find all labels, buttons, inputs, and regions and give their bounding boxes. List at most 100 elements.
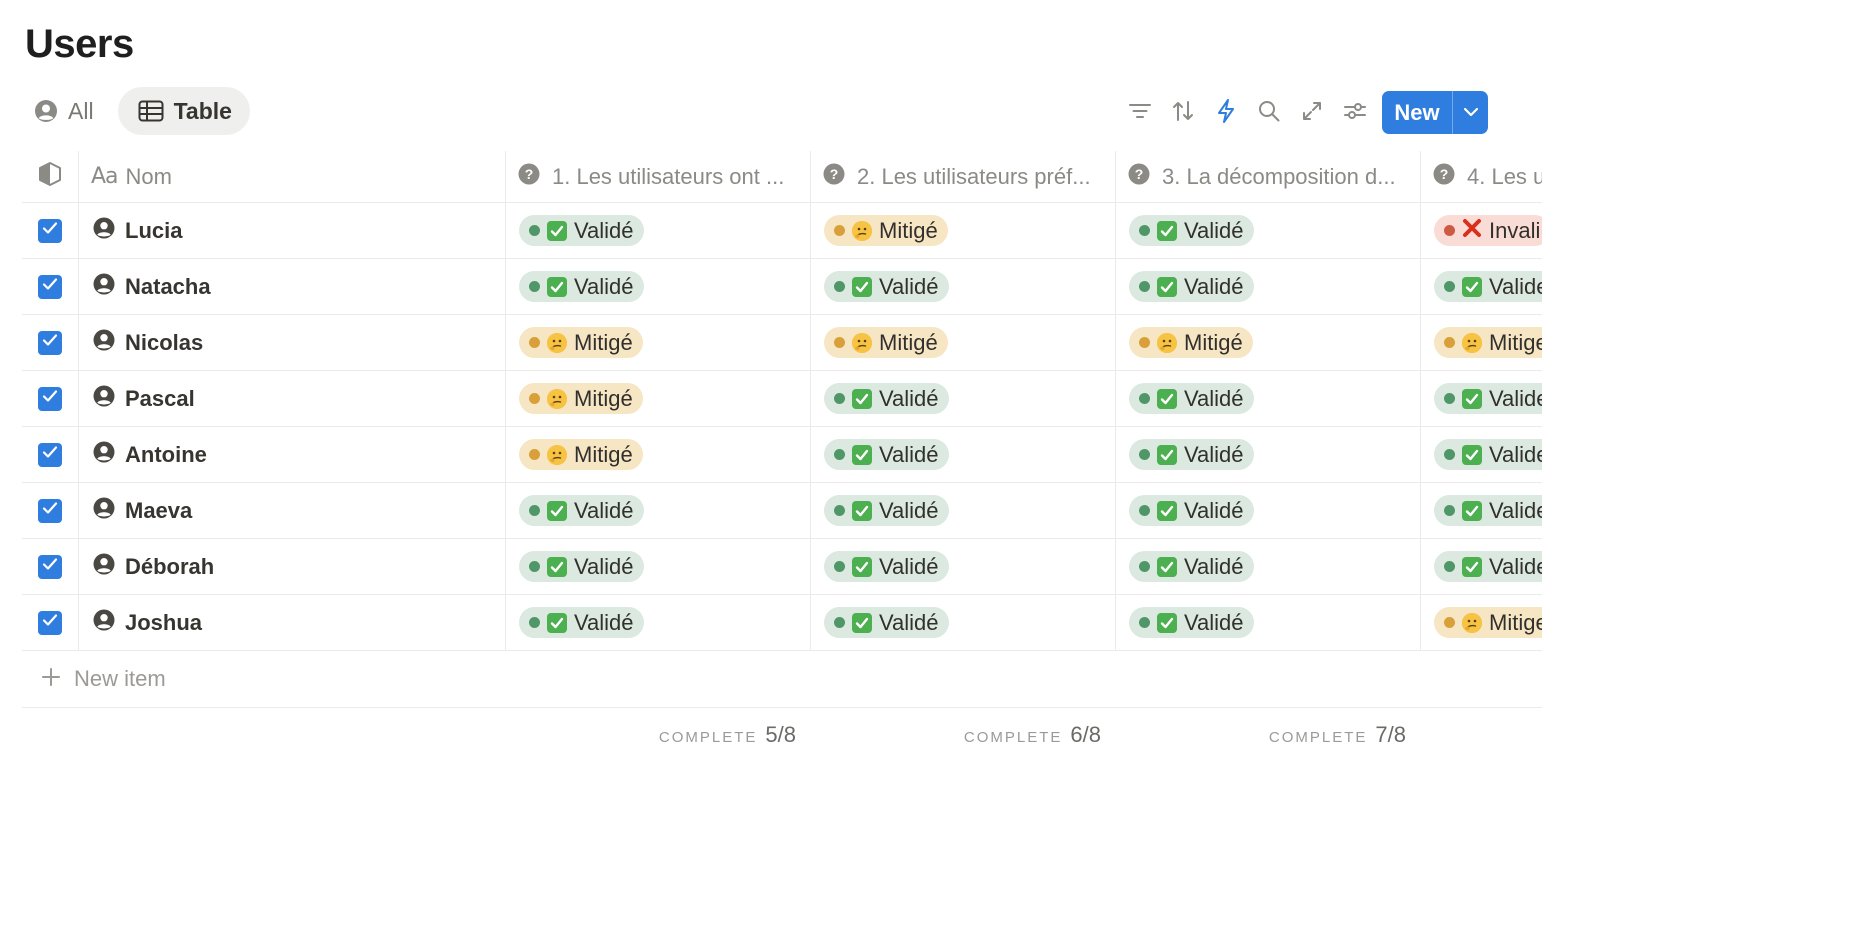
name-cell[interactable]: Maeva — [79, 483, 506, 538]
thinking-face-emoji-icon — [1462, 332, 1482, 353]
calculation-q3[interactable]: COMPLETE 7/8 — [1106, 722, 1406, 748]
check-mark-emoji-icon — [1157, 276, 1177, 297]
status-cell[interactable]: Mitigé — [811, 203, 1116, 258]
status-badge: Validé — [824, 551, 949, 582]
automation-button[interactable] — [1204, 91, 1247, 135]
status-cell[interactable]: Valide — [1421, 539, 1542, 594]
status-cell[interactable]: Invali — [1421, 203, 1542, 258]
expand-button[interactable] — [1290, 91, 1333, 135]
status-cell[interactable]: Validé — [506, 203, 811, 258]
settings-button[interactable] — [1333, 91, 1376, 135]
status-cell[interactable]: Mitigé — [1116, 315, 1421, 370]
table-row[interactable]: Lucia Validé Mitigé Validé Invali — [22, 203, 1542, 259]
column-header-label: 4. Les u — [1467, 163, 1542, 189]
column-header-q2[interactable]: ? 2. Les utilisateurs préf... — [811, 151, 1116, 202]
status-dot — [1139, 281, 1150, 292]
table-row[interactable]: Antoine Mitigé Validé Validé Valide — [22, 427, 1542, 483]
header-select-all[interactable] — [22, 151, 79, 202]
status-cell[interactable]: Validé — [1116, 203, 1421, 258]
status-cell[interactable]: Validé — [1116, 427, 1421, 482]
view-tab-all[interactable]: All — [24, 87, 112, 135]
status-badge: Validé — [519, 215, 644, 246]
status-cell[interactable]: Valide — [1421, 427, 1542, 482]
new-button-label[interactable]: New — [1382, 91, 1452, 134]
status-dot — [1444, 393, 1455, 404]
status-badge: Invali — [1434, 215, 1542, 246]
table-row[interactable]: Nicolas Mitigé Mitigé Mitigé Mitige — [22, 315, 1542, 371]
name-cell[interactable]: Joshua — [79, 595, 506, 650]
status-cell[interactable]: Validé — [811, 427, 1116, 482]
status-cell[interactable]: Validé — [1116, 259, 1421, 314]
user-avatar-icon — [93, 385, 115, 412]
row-checkbox[interactable] — [38, 610, 62, 635]
name-cell[interactable]: Antoine — [79, 427, 506, 482]
row-checkbox[interactable] — [38, 554, 62, 579]
table-row[interactable]: Pascal Mitigé Validé Validé Valide — [22, 371, 1542, 427]
status-cell[interactable]: Mitige — [1421, 595, 1542, 650]
status-cell[interactable]: Validé — [1116, 539, 1421, 594]
status-cell[interactable]: Valide — [1421, 371, 1542, 426]
status-cell[interactable]: Validé — [1116, 371, 1421, 426]
status-text: Mitige — [1489, 329, 1542, 355]
name-cell[interactable]: Déborah — [79, 539, 506, 594]
status-cell[interactable]: Validé — [811, 371, 1116, 426]
status-cell[interactable]: Validé — [506, 539, 811, 594]
status-cell[interactable]: Mitigé — [506, 315, 811, 370]
status-cell[interactable]: Validé — [811, 483, 1116, 538]
status-cell[interactable]: Validé — [811, 539, 1116, 594]
table-row[interactable]: Déborah Validé Validé Validé Valide — [22, 539, 1542, 595]
search-button[interactable] — [1247, 91, 1290, 135]
status-cell[interactable]: Validé — [506, 483, 811, 538]
status-cell[interactable]: Mitigé — [811, 315, 1116, 370]
table-row[interactable]: Joshua Validé Validé Validé Mitige — [22, 595, 1542, 651]
calculation-q1[interactable]: COMPLETE 5/8 — [496, 722, 796, 748]
name-cell[interactable]: Lucia — [79, 203, 506, 258]
column-header-q4[interactable]: ? 4. Les u — [1421, 151, 1542, 202]
status-text: Mitigé — [574, 441, 633, 467]
row-checkbox[interactable] — [38, 274, 62, 299]
status-cell[interactable]: Mitigé — [506, 371, 811, 426]
status-dot — [1139, 449, 1150, 460]
user-avatar-icon — [93, 441, 115, 468]
row-checkbox[interactable] — [38, 218, 62, 243]
new-button[interactable]: New — [1382, 91, 1488, 134]
checkmark-icon — [42, 221, 58, 240]
status-cell[interactable]: Validé — [506, 595, 811, 650]
new-options-button[interactable] — [1453, 91, 1488, 134]
status-badge: Validé — [519, 495, 644, 526]
new-item-button[interactable]: New item — [22, 651, 1542, 708]
check-mark-emoji-icon — [1157, 444, 1177, 465]
row-checkbox[interactable] — [38, 442, 62, 467]
row-checkbox[interactable] — [38, 386, 62, 411]
table-row[interactable]: Natacha Validé Validé Validé Valide — [22, 259, 1542, 315]
status-cell[interactable]: Mitige — [1421, 315, 1542, 370]
row-checkbox[interactable] — [38, 498, 62, 523]
name-cell[interactable]: Nicolas — [79, 315, 506, 370]
status-cell[interactable]: Validé — [811, 259, 1116, 314]
checkmark-icon — [42, 501, 58, 520]
status-badge: Mitigé — [519, 327, 643, 358]
table-body: Lucia Validé Mitigé Validé Invali Natacha Vali… — [22, 203, 1542, 651]
table-row[interactable]: Maeva Validé Validé Validé Valide — [22, 483, 1542, 539]
column-header-q1[interactable]: ? 1. Les utilisateurs ont ... — [506, 151, 811, 202]
row-checkbox[interactable] — [38, 330, 62, 355]
status-cell[interactable]: Validé — [1116, 595, 1421, 650]
status-badge: Validé — [519, 271, 644, 302]
sort-button[interactable] — [1161, 91, 1204, 135]
name-cell[interactable]: Pascal — [79, 371, 506, 426]
status-cell[interactable]: Validé — [506, 259, 811, 314]
status-cell[interactable]: Valide — [1421, 259, 1542, 314]
status-cell[interactable]: Valide — [1421, 483, 1542, 538]
column-header-q3[interactable]: ? 3. La décomposition d... — [1116, 151, 1421, 202]
status-badge: Validé — [1129, 271, 1254, 302]
column-header-nom[interactable]: Aa Nom — [79, 151, 506, 202]
status-cell[interactable]: Validé — [1116, 483, 1421, 538]
status-cell[interactable]: Mitigé — [506, 427, 811, 482]
filter-button[interactable] — [1118, 91, 1161, 135]
status-text: Validé — [1184, 553, 1244, 579]
name-cell[interactable]: Natacha — [79, 259, 506, 314]
status-dot — [529, 617, 540, 628]
status-cell[interactable]: Validé — [811, 595, 1116, 650]
view-tab-table[interactable]: Table — [117, 87, 250, 135]
calculation-q2[interactable]: COMPLETE 6/8 — [801, 722, 1101, 748]
